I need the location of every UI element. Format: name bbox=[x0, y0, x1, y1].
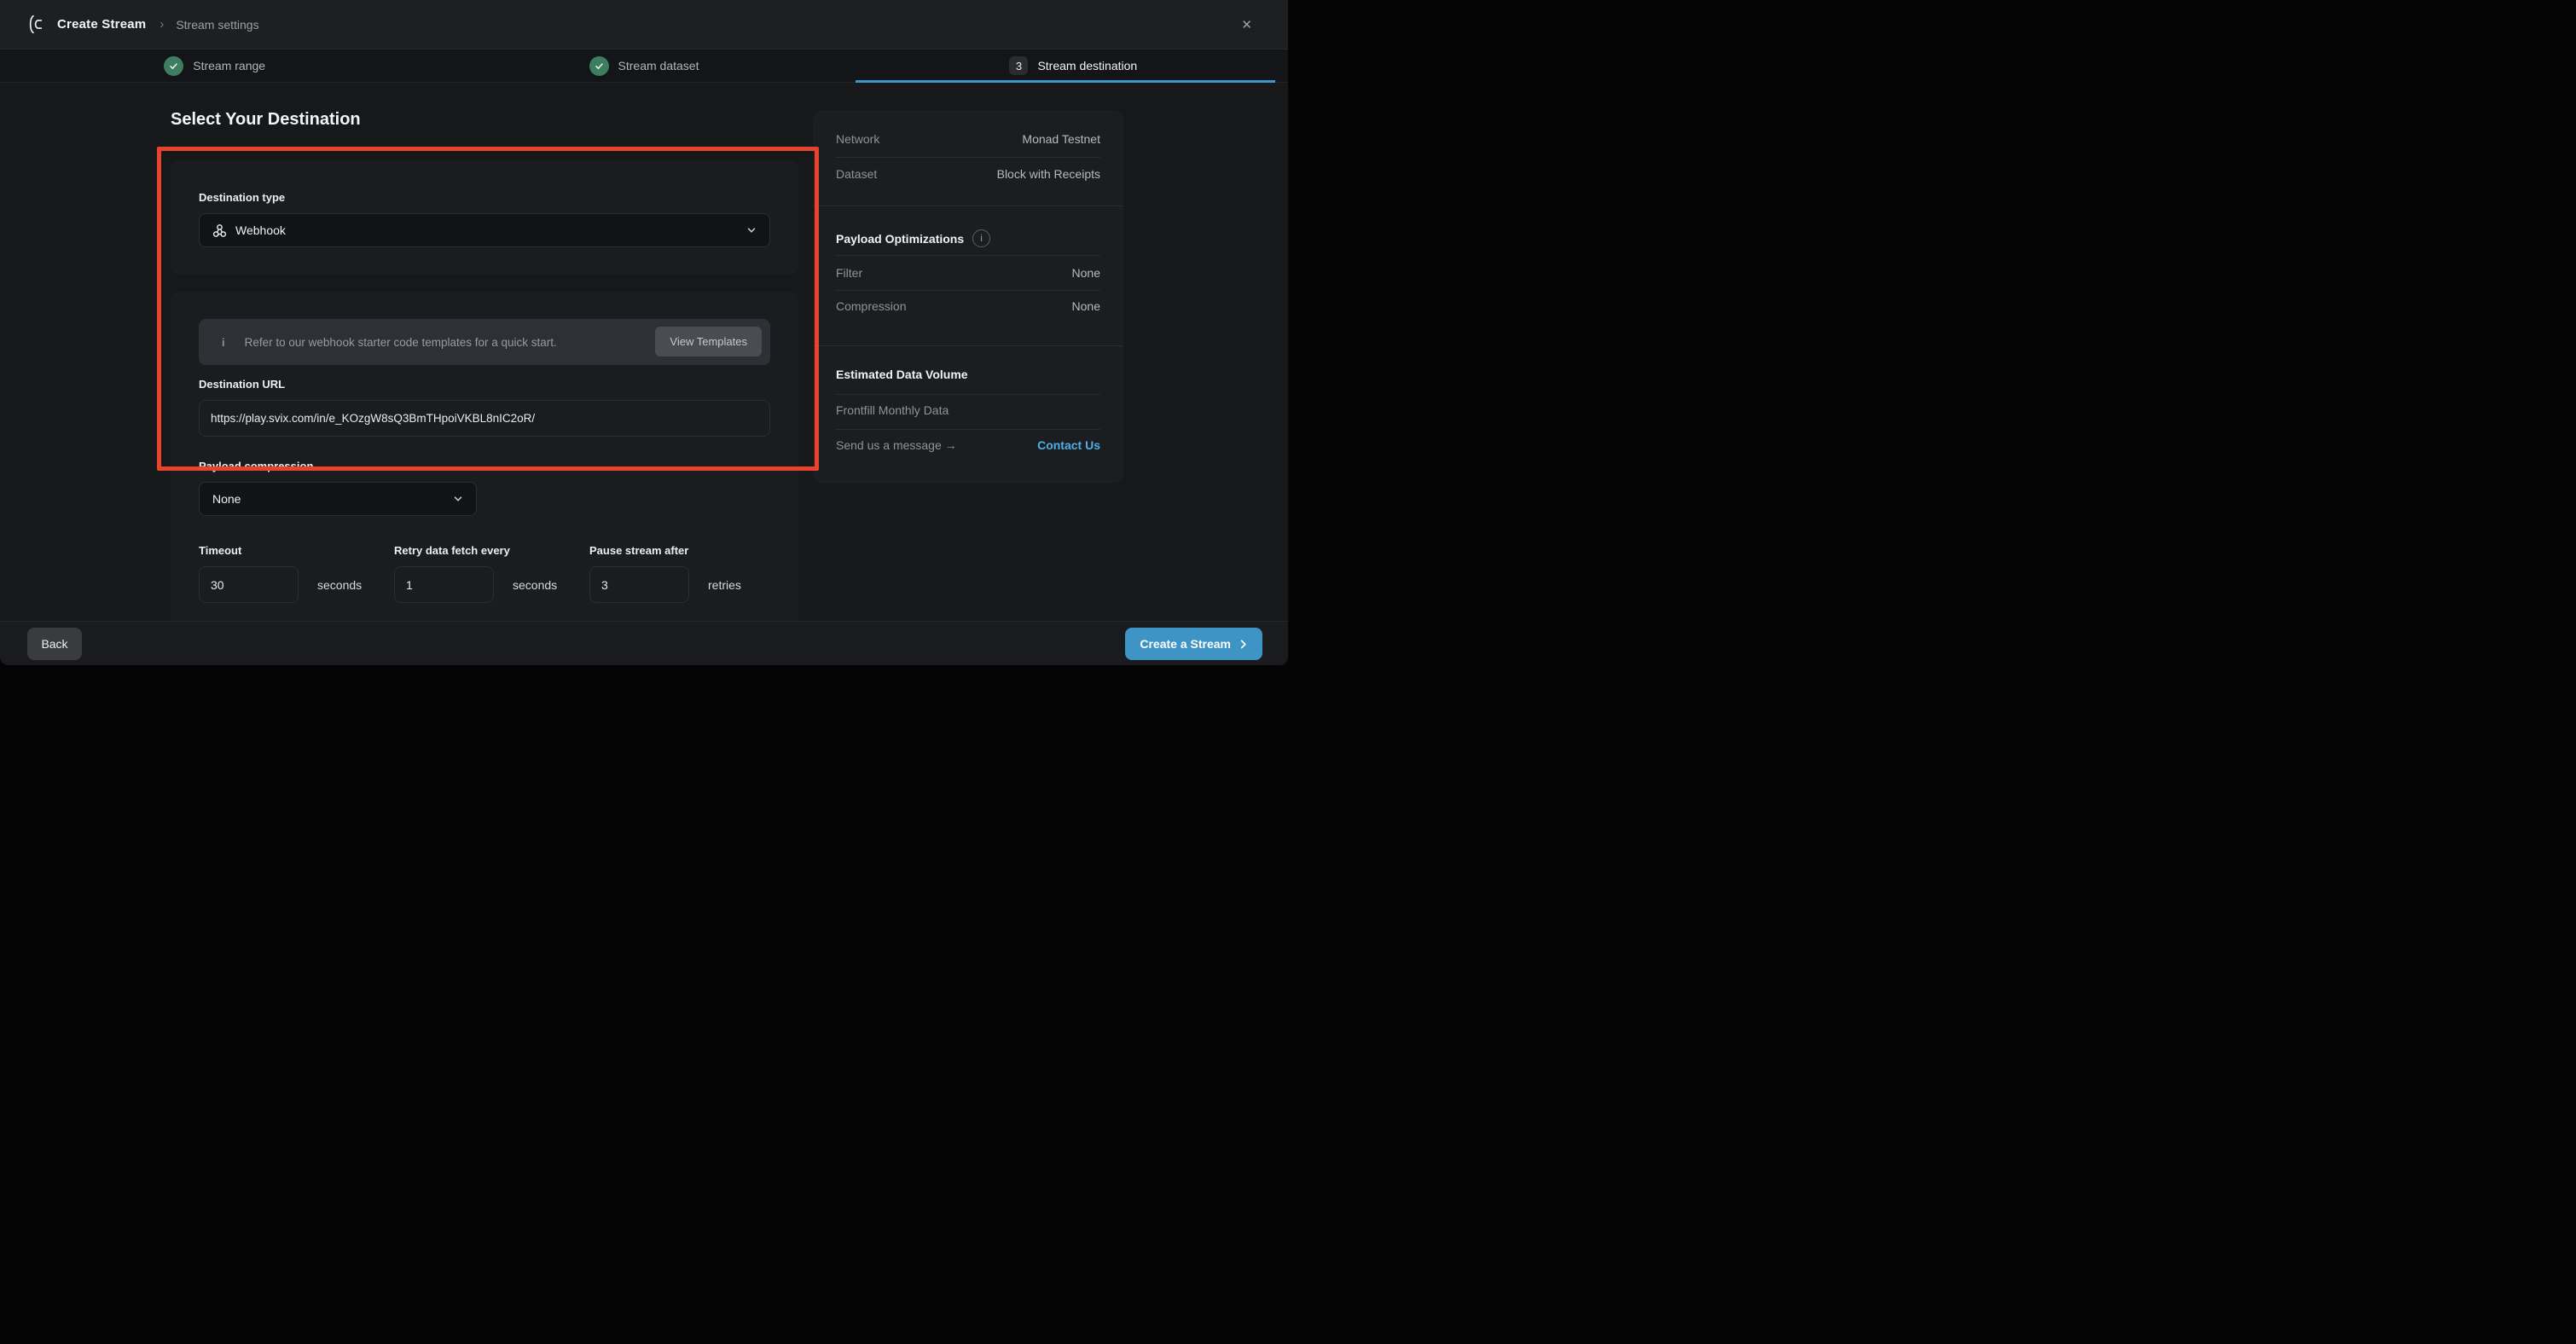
filter-value: None bbox=[1072, 266, 1100, 280]
summary-row-estimated-volume: Estimated Data Volume bbox=[836, 368, 1100, 381]
breadcrumb-chevron-icon: › bbox=[160, 17, 164, 32]
step-label: Stream dataset bbox=[618, 59, 699, 72]
destination-type-card: Destination type Webhook bbox=[171, 160, 798, 275]
pause-unit: retries bbox=[708, 578, 741, 592]
section-divider bbox=[813, 345, 1123, 346]
create-stream-label: Create a Stream bbox=[1140, 637, 1231, 651]
app-logo-icon bbox=[26, 14, 47, 35]
active-step-underline bbox=[856, 80, 1275, 83]
create-stream-modal: Create Stream › Stream settings ✕ Stream… bbox=[0, 0, 1288, 665]
divider bbox=[836, 157, 1100, 158]
stepper: Stream range Stream dataset 3 Stream des… bbox=[0, 49, 1288, 83]
chevron-down-icon bbox=[452, 493, 464, 505]
summary-row-payload-optimizations: Payload Optimizations i bbox=[836, 229, 1100, 247]
payload-compression-value: None bbox=[212, 492, 241, 506]
filter-label: Filter bbox=[836, 266, 862, 280]
dataset-value: Block with Receipts bbox=[997, 167, 1100, 181]
retry-label: Retry data fetch every bbox=[394, 544, 510, 557]
destination-url-input[interactable] bbox=[199, 400, 770, 437]
divider bbox=[836, 290, 1100, 291]
breadcrumb: Stream settings bbox=[176, 18, 258, 32]
compression-label: Compression bbox=[836, 299, 906, 313]
estimated-volume-label: Estimated Data Volume bbox=[836, 368, 968, 381]
compression-value: None bbox=[1072, 299, 1100, 313]
chevron-down-icon bbox=[746, 224, 757, 236]
destination-type-value: Webhook bbox=[235, 223, 286, 237]
check-icon bbox=[164, 56, 183, 76]
payload-compression-label: Payload compression bbox=[199, 460, 313, 472]
summary-row-dataset: Dataset Block with Receipts bbox=[836, 167, 1100, 181]
info-icon[interactable]: i bbox=[972, 229, 990, 247]
destination-type-label: Destination type bbox=[199, 191, 285, 204]
summary-row-compression: Compression None bbox=[836, 299, 1100, 313]
webhook-icon bbox=[212, 223, 227, 238]
divider bbox=[836, 394, 1100, 395]
summary-row-frontfill: Frontfill Monthly Data bbox=[836, 403, 1100, 417]
dataset-label: Dataset bbox=[836, 167, 877, 181]
stepper-step-stream-dataset[interactable]: Stream dataset bbox=[429, 49, 858, 82]
stepper-step-stream-destination[interactable]: 3 Stream destination bbox=[859, 49, 1288, 82]
network-value: Monad Testnet bbox=[1022, 132, 1100, 146]
timeout-input[interactable] bbox=[199, 566, 299, 603]
summary-row-filter: Filter None bbox=[836, 266, 1100, 280]
info-icon: i bbox=[222, 336, 225, 349]
retry-unit: seconds bbox=[513, 578, 557, 592]
send-message-label: Send us a message → bbox=[836, 438, 957, 452]
payload-compression-select[interactable]: None bbox=[199, 482, 477, 516]
check-icon bbox=[589, 56, 609, 76]
summary-row-network: Network Monad Testnet bbox=[836, 132, 1100, 146]
view-templates-button[interactable]: View Templates bbox=[655, 327, 762, 356]
timeout-unit: seconds bbox=[317, 578, 362, 592]
create-stream-button[interactable]: Create a Stream bbox=[1125, 628, 1262, 660]
payload-optimizations-label: Payload Optimizations i bbox=[836, 229, 990, 247]
chevron-right-icon bbox=[1239, 640, 1248, 649]
close-button[interactable]: ✕ bbox=[1238, 14, 1256, 36]
back-button[interactable]: Back bbox=[27, 628, 82, 660]
frontfill-label: Frontfill Monthly Data bbox=[836, 403, 949, 417]
contact-us-link[interactable]: Contact Us bbox=[1037, 438, 1100, 452]
divider bbox=[836, 429, 1100, 430]
stream-summary-panel: Network Monad Testnet Dataset Block with… bbox=[813, 110, 1123, 484]
info-banner-text: Refer to our webhook starter code templa… bbox=[245, 336, 557, 349]
page-title: Create Stream bbox=[57, 17, 146, 32]
stepper-step-stream-range[interactable]: Stream range bbox=[0, 49, 429, 82]
step-label: Stream range bbox=[193, 59, 265, 72]
info-banner: i Refer to our webhook starter code temp… bbox=[199, 319, 770, 365]
footer-bar: Back Create a Stream bbox=[0, 621, 1288, 665]
step-number-badge: 3 bbox=[1009, 56, 1028, 75]
pause-label: Pause stream after bbox=[589, 544, 688, 557]
header: Create Stream › Stream settings ✕ bbox=[0, 0, 1288, 49]
divider bbox=[836, 255, 1100, 256]
webhook-settings-card: i Refer to our webhook starter code temp… bbox=[171, 292, 798, 621]
step-label: Stream destination bbox=[1037, 59, 1137, 72]
destination-url-label: Destination URL bbox=[199, 378, 285, 391]
timeout-label: Timeout bbox=[199, 544, 241, 557]
network-label: Network bbox=[836, 132, 879, 146]
pause-input[interactable] bbox=[589, 566, 689, 603]
section-heading: Select Your Destination bbox=[171, 110, 361, 130]
retry-input[interactable] bbox=[394, 566, 494, 603]
summary-row-contact: Send us a message → Contact Us bbox=[836, 438, 1100, 452]
destination-type-select[interactable]: Webhook bbox=[199, 213, 770, 247]
